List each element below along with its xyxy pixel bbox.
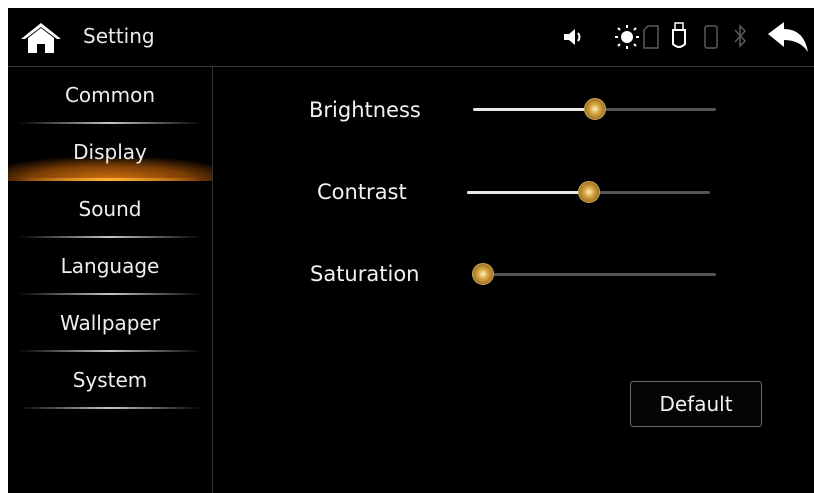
watermark-logo xyxy=(763,410,814,493)
phone-icon xyxy=(704,25,718,49)
sidebar-separator xyxy=(18,407,202,409)
usb-icon xyxy=(672,22,686,48)
top-bar: Setting xyxy=(8,8,814,66)
sidebar-item-label: Language xyxy=(60,254,160,278)
brightness-slider[interactable] xyxy=(473,98,716,120)
sidebar-item-sound[interactable]: Sound xyxy=(8,181,212,238)
settings-screen: Setting Common Display Sound Language Wa… xyxy=(8,8,814,493)
sidebar-item-label: Sound xyxy=(78,197,142,221)
bluetooth-icon xyxy=(734,24,747,48)
sidebar-item-wallpaper[interactable]: Wallpaper xyxy=(8,295,212,352)
sidebar-item-language[interactable]: Language xyxy=(8,238,212,295)
slider-fill xyxy=(467,191,589,194)
sidebar: Common Display Sound Language Wallpaper … xyxy=(8,67,212,493)
home-icon[interactable] xyxy=(20,22,62,54)
sidebar-item-label: Common xyxy=(64,83,156,107)
app-title: Setting xyxy=(83,24,155,48)
sidebar-item-display[interactable]: Display xyxy=(8,124,212,181)
sidebar-item-label: System xyxy=(72,368,148,392)
sidebar-divider xyxy=(212,67,213,493)
sidebar-item-common[interactable]: Common xyxy=(8,67,212,124)
back-arrow-icon[interactable] xyxy=(766,20,810,54)
brightness-icon xyxy=(615,25,639,49)
sidebar-item-label: Wallpaper xyxy=(59,311,161,335)
saturation-label: Saturation xyxy=(310,262,420,286)
slider-thumb[interactable] xyxy=(583,98,606,120)
contrast-label: Contrast xyxy=(317,180,407,204)
slider-track xyxy=(472,273,716,276)
slider-thumb[interactable] xyxy=(577,181,600,203)
saturation-slider[interactable] xyxy=(472,263,716,285)
sidebar-item-system[interactable]: System xyxy=(8,352,212,409)
sidebar-item-label: Display xyxy=(73,140,147,164)
brightness-label: Brightness xyxy=(309,98,421,122)
slider-thumb[interactable] xyxy=(472,263,494,285)
contrast-slider[interactable] xyxy=(467,181,710,203)
slider-fill xyxy=(473,108,595,111)
volume-icon xyxy=(564,29,581,45)
sd-card-icon xyxy=(643,25,659,49)
